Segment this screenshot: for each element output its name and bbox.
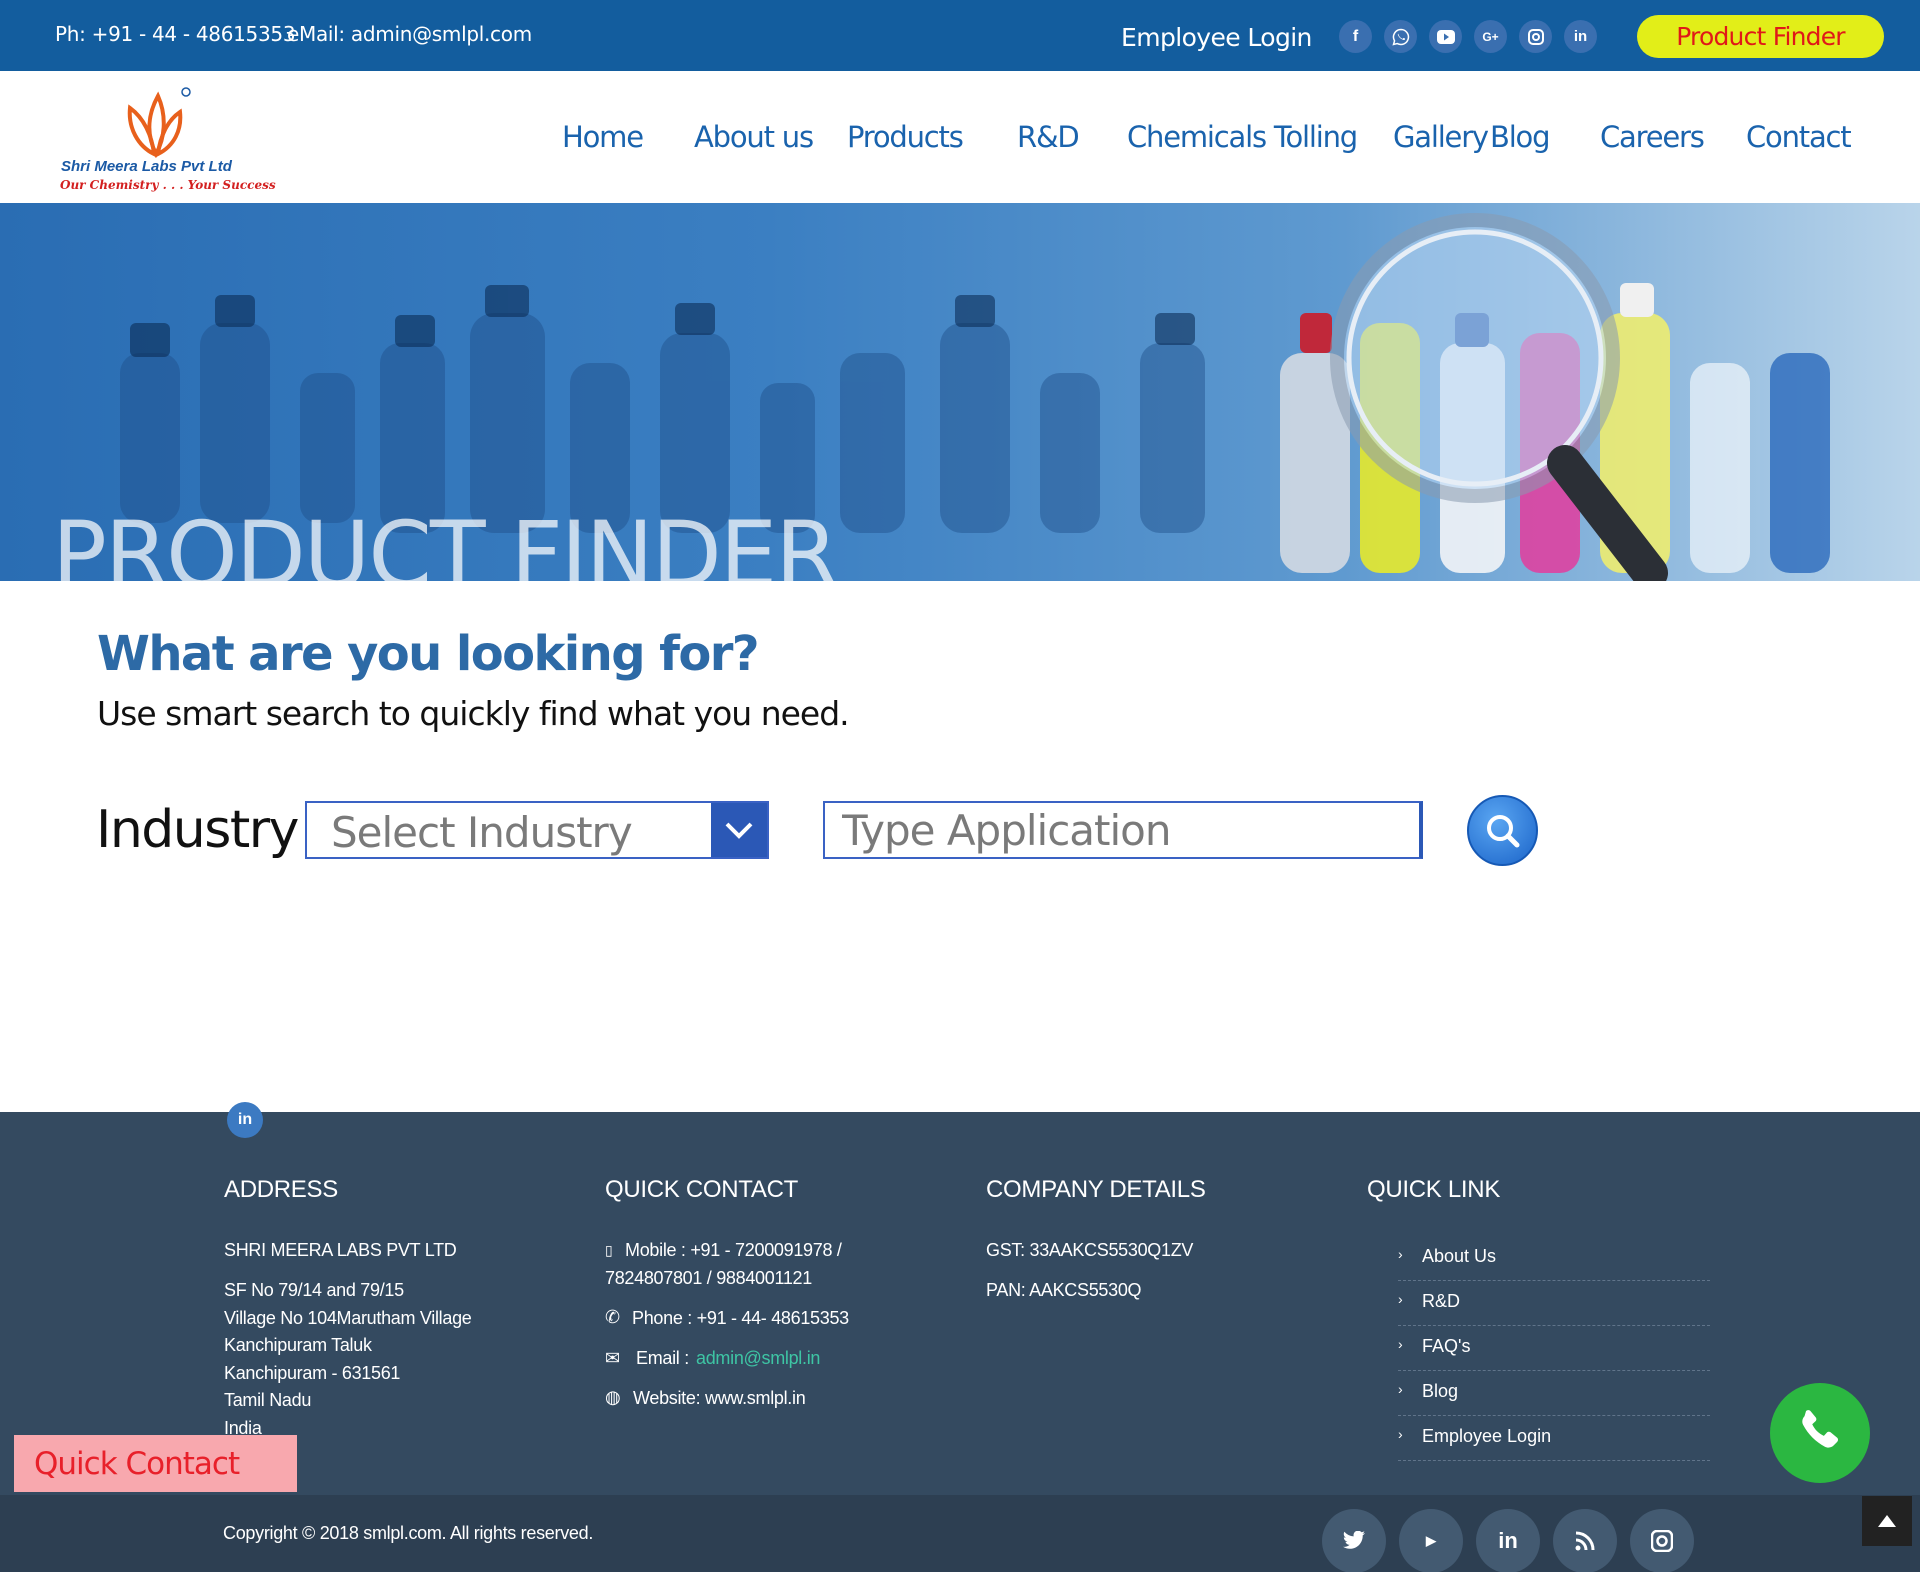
nav-blog[interactable]: Blog [1490, 120, 1551, 154]
chevron-down-icon[interactable] [711, 803, 767, 857]
address-line: Kanchipuram Taluk [224, 1335, 372, 1355]
banner-title: PRODUCT FINDER [52, 503, 839, 581]
facebook-icon[interactable]: f [1339, 20, 1372, 53]
top-bar: Ph: +91 - 44 - 48615353 eMail: admin@sml… [0, 0, 1920, 71]
twitter-icon[interactable] [1322, 1509, 1386, 1572]
rss-icon[interactable] [1553, 1509, 1617, 1572]
logo-tagline: Our Chemistry . . . Your Success [60, 178, 276, 192]
finder-heading: What are you looking for? [97, 626, 760, 682]
chevron-right-icon: › [1398, 1426, 1403, 1442]
instagram-icon[interactable] [1519, 20, 1552, 53]
social-icons: f G+ in [1339, 20, 1597, 53]
chevron-right-icon: › [1398, 1246, 1403, 1262]
finder-subheading: Use smart search to quickly find what yo… [97, 694, 850, 733]
quick-link-item[interactable]: › Employee Login [1398, 1416, 1710, 1461]
phone-icon [1802, 1410, 1839, 1448]
linkedin-icon[interactable]: in [1476, 1509, 1540, 1572]
search-icon [1486, 814, 1519, 847]
company-pan: PAN: AAKCS5530Q [986, 1280, 1142, 1300]
youtube-icon[interactable]: ▶ [1399, 1509, 1463, 1572]
logo-brand: Shri Meera Labs Pvt Ltd [61, 158, 232, 175]
address-company: SHRI MEERA LABS PVT LTD [224, 1240, 457, 1260]
arrow-up-icon [1878, 1515, 1896, 1527]
chevron-right-icon: › [1398, 1291, 1403, 1307]
application-input[interactable] [825, 803, 1419, 857]
scroll-to-top-button[interactable] [1862, 1496, 1912, 1546]
youtube-icon[interactable] [1429, 20, 1462, 53]
address-line: SF No 79/14 and 79/15 [224, 1280, 404, 1300]
quick-link-item[interactable]: › Blog [1398, 1371, 1710, 1416]
nav-about-us[interactable]: About us [694, 120, 814, 154]
address-line: Kanchipuram - 631561 [224, 1363, 401, 1383]
whatsapp-icon[interactable] [1384, 20, 1417, 53]
whatsapp-button[interactable] [1770, 1383, 1870, 1483]
mobile-icon: ▯ [605, 1242, 613, 1258]
quick-contact-heading: QUICK CONTACT [605, 1176, 798, 1203]
lotus-logo-icon [127, 87, 191, 158]
quick-contact-website[interactable]: Website: www.smlpl.in [633, 1388, 806, 1409]
topbar-phone: Ph: +91 - 44 - 48615353 [55, 22, 296, 46]
linkedin-icon[interactable]: in [1564, 20, 1597, 53]
nav-contact[interactable]: Contact [1746, 120, 1852, 154]
logo[interactable]: Shri Meera Labs Pvt Ltd Our Chemistry . … [58, 84, 276, 194]
globe-icon: ◍ [605, 1387, 621, 1407]
quick-contact-email[interactable]: admin@smlpl.in [696, 1348, 820, 1369]
chevron-right-icon: › [1398, 1381, 1403, 1397]
topbar-email[interactable]: eMail: admin@smlpl.com [287, 22, 532, 46]
google-plus-icon[interactable]: G+ [1474, 20, 1507, 53]
employee-login-link[interactable]: Employee Login [1121, 23, 1312, 52]
quick-link-item[interactable]: › R&D [1398, 1281, 1710, 1326]
quick-contact-tab[interactable]: Quick Contact [14, 1435, 297, 1492]
search-button[interactable] [1467, 795, 1538, 866]
product-finder-button[interactable]: Product Finder [1637, 15, 1884, 58]
quick-link-item[interactable]: › About Us [1398, 1236, 1710, 1281]
quick-contact-mobile-more: 7824807801 / 9884001121 [605, 1268, 812, 1288]
industry-select-value: Select Industry [331, 808, 633, 857]
nav-home[interactable]: Home [562, 120, 644, 154]
application-field[interactable] [823, 801, 1423, 859]
bottom-bar: Copyright © 2018 smlpl.com. All rights r… [0, 1495, 1920, 1572]
nav-gallery[interactable]: Gallery [1393, 120, 1489, 154]
company-details-heading: COMPANY DETAILS [986, 1176, 1206, 1203]
page: Ph: +91 - 44 - 48615353 eMail: admin@sml… [0, 0, 1920, 1572]
industry-label: Industry [96, 800, 299, 860]
hero-banner: PRODUCT FINDER [0, 203, 1920, 581]
chevron-right-icon: › [1398, 1336, 1403, 1352]
quick-link-item[interactable]: › FAQ's [1398, 1326, 1710, 1371]
nav-products[interactable]: Products [847, 120, 964, 154]
address-line: Village No 104Marutham Village [224, 1308, 472, 1328]
quick-contact-phone: Phone : +91 - 44- 48615353 [632, 1308, 849, 1328]
address-heading: ADDRESS [224, 1176, 338, 1203]
bottom-social-icons: ▶ in [1322, 1509, 1694, 1572]
industry-select[interactable]: Select Industry [305, 801, 769, 859]
nav-chemicals-tolling[interactable]: Chemicals Tolling [1127, 120, 1358, 154]
nav-rnd[interactable]: R&D [1017, 120, 1080, 154]
address-line: Tamil Nadu [224, 1390, 312, 1410]
nav-careers[interactable]: Careers [1600, 120, 1705, 154]
phone-icon: ✆ [605, 1307, 620, 1327]
linkedin-icon[interactable]: in [227, 1102, 263, 1138]
quick-contact-mobile: Mobile : +91 - 7200091978 / [625, 1240, 842, 1260]
quick-contact-email-label: Email : [636, 1348, 689, 1368]
copyright: Copyright © 2018 smlpl.com. All rights r… [223, 1523, 594, 1543]
company-gst: GST: 33AAKCS5530Q1ZV [986, 1240, 1194, 1260]
instagram-icon[interactable] [1630, 1509, 1694, 1572]
quick-link-heading: QUICK LINK [1367, 1176, 1501, 1203]
envelope-icon: ✉ [605, 1348, 620, 1368]
